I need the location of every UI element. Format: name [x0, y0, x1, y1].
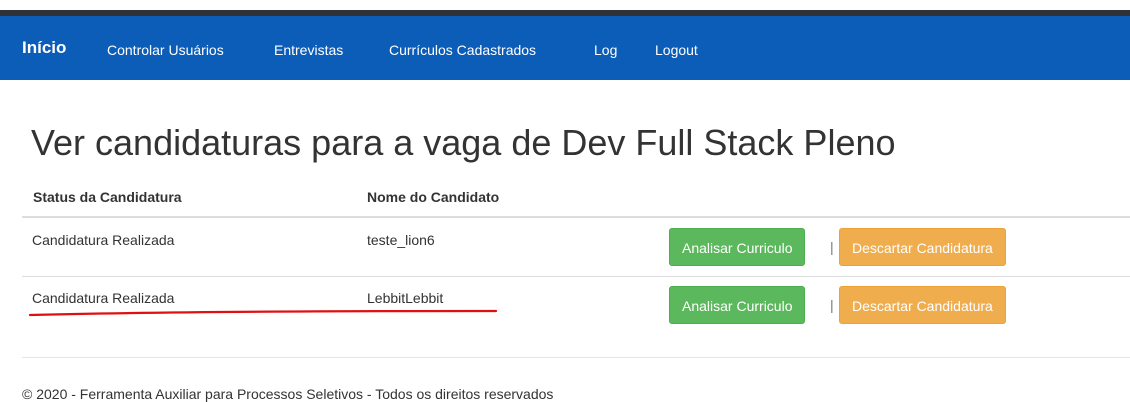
- window-top-strip: [0, 0, 1130, 16]
- row-status: Candidatura Realizada: [32, 290, 175, 306]
- descartar-candidatura-button[interactable]: Descartar Candidatura: [839, 286, 1006, 324]
- header-divider: [22, 216, 1130, 218]
- nav-item-controlar-usuarios[interactable]: Controlar Usuários: [107, 42, 224, 58]
- red-annotation-underline: [28, 309, 498, 317]
- analisar-curriculo-button[interactable]: Analisar Curriculo: [669, 286, 806, 324]
- analisar-curriculo-button[interactable]: Analisar Curriculo: [669, 228, 806, 266]
- footer-divider: [22, 357, 1130, 358]
- button-separator: |: [830, 297, 834, 313]
- nav-brand-inicio[interactable]: Início: [22, 38, 66, 58]
- row-divider: [22, 276, 1130, 277]
- nav-item-log[interactable]: Log: [594, 42, 617, 58]
- nav-item-curriculos-cadastrados[interactable]: Currículos Cadastrados: [389, 42, 536, 58]
- footer-copyright: © 2020 - Ferramenta Auxiliar para Proces…: [22, 386, 554, 402]
- row-status: Candidatura Realizada: [32, 232, 175, 248]
- header-status: Status da Candidatura: [33, 189, 182, 205]
- descartar-candidatura-button[interactable]: Descartar Candidatura: [839, 228, 1006, 266]
- nav-item-entrevistas[interactable]: Entrevistas: [274, 42, 343, 58]
- page-title: Ver candidaturas para a vaga de Dev Full…: [31, 122, 896, 163]
- header-nome: Nome do Candidato: [367, 189, 500, 205]
- row-name: LebbitLebbit: [367, 290, 444, 306]
- nav-item-logout[interactable]: Logout: [655, 42, 698, 58]
- row-name: teste_lion6: [367, 232, 435, 248]
- button-separator: |: [830, 239, 834, 255]
- navbar: Início Controlar Usuários Entrevistas Cu…: [0, 16, 1130, 80]
